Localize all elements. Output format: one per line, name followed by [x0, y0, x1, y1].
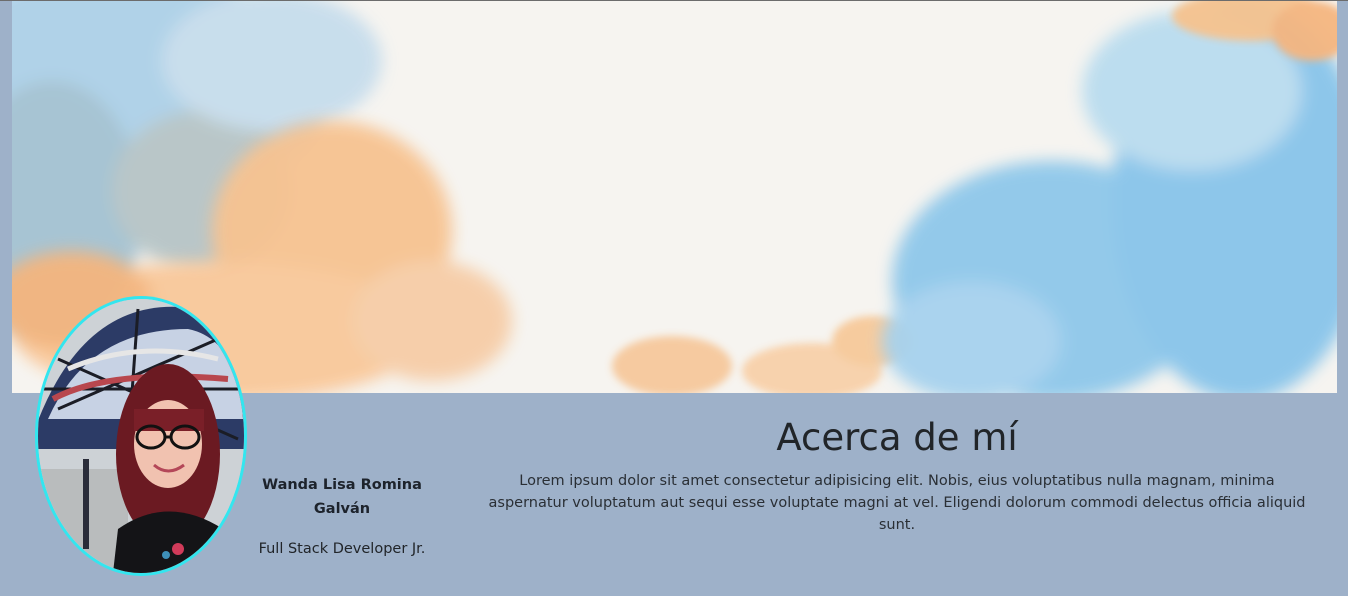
profile-photo-image: [38, 299, 244, 573]
profile-role: Full Stack Developer Jr.: [258, 541, 426, 557]
profile-name: Wanda Lisa Romina Galván: [262, 477, 422, 517]
about-title: Acerca de mí: [776, 416, 1018, 459]
watercolor-banner: [12, 1, 1337, 393]
profile-photo: [38, 299, 244, 573]
about-text: Lorem ipsum dolor sit amet consectetur a…: [488, 473, 1306, 533]
watercolor-background: [12, 1, 1337, 393]
